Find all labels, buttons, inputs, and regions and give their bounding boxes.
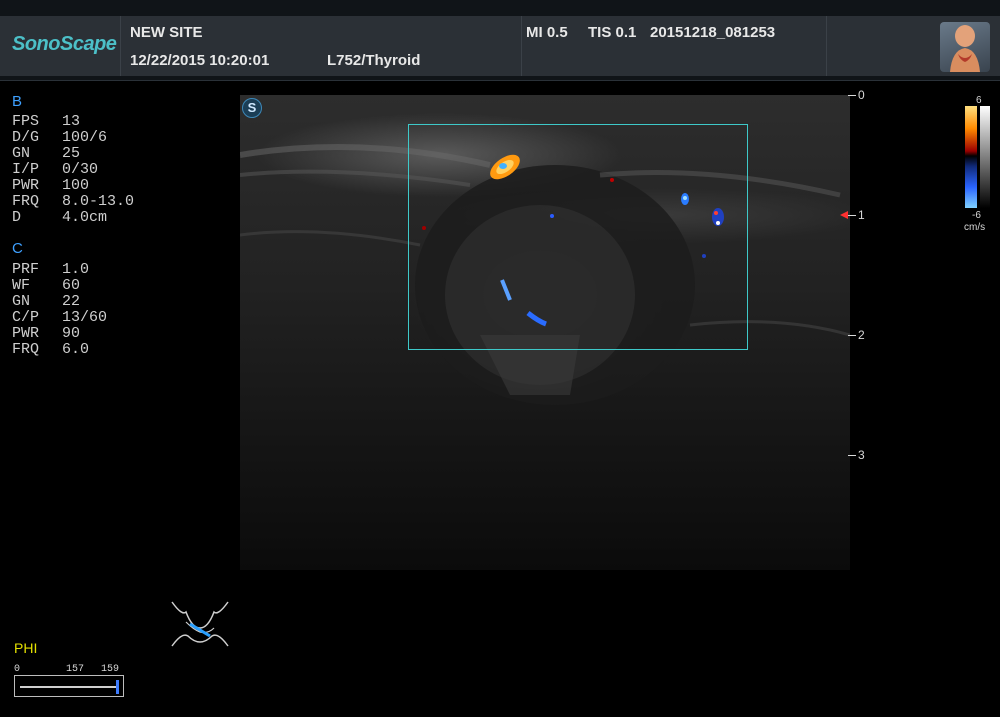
- param-row: PWR 90: [12, 326, 107, 342]
- depth-tick: [848, 455, 856, 456]
- color-bar-negative: [965, 156, 977, 208]
- param-key: D: [12, 209, 22, 226]
- brand-logo: SonoScape: [12, 33, 117, 55]
- depth-tick: [848, 335, 856, 336]
- param-value: 6.0: [62, 341, 90, 358]
- param-key: FRQ: [12, 341, 40, 358]
- param-value: 13: [62, 113, 81, 130]
- param-key: WF: [12, 277, 31, 294]
- focus-marker-icon[interactable]: [840, 211, 848, 219]
- depth-tick: [848, 215, 856, 216]
- param-value: 90: [62, 325, 81, 342]
- param-key: PWR: [12, 325, 40, 342]
- param-key: D/G: [12, 129, 40, 146]
- color-bar-unit: cm/s: [964, 222, 986, 233]
- depth-tick: [848, 95, 856, 96]
- probe-position-icon[interactable]: [168, 598, 232, 650]
- depth-label-2: 2: [858, 328, 865, 342]
- param-key: FPS: [12, 113, 40, 130]
- param-value: 100: [62, 177, 90, 194]
- param-row: PWR 100: [12, 178, 134, 194]
- param-row: GN 25: [12, 146, 134, 162]
- param-row: FRQ 6.0: [12, 342, 107, 358]
- color-roi-box[interactable]: [408, 124, 748, 350]
- mechanical-index: MI 0.5: [526, 24, 568, 41]
- exam-id: 20151218_081253: [650, 24, 776, 41]
- param-key: PRF: [12, 261, 40, 278]
- phi-slider-track: [20, 686, 117, 688]
- param-key: PWR: [12, 177, 40, 194]
- depth-label-0: 0: [858, 88, 865, 102]
- param-value: 0/30: [62, 161, 99, 178]
- param-key: I/P: [12, 161, 40, 178]
- phi-value: 157: [66, 664, 85, 675]
- b-mode-params: FPS 13 D/G 100/6 GN 25 I/P 0/30 PWR 100 FRQ 8.…: [12, 114, 134, 226]
- param-row: WF 60: [12, 278, 107, 294]
- param-value: 4.0cm: [62, 209, 108, 226]
- phi-slider[interactable]: [14, 675, 124, 697]
- param-row: PRF 1.0: [12, 262, 107, 278]
- grayscale-bar: [980, 106, 990, 208]
- phi-slider-handle[interactable]: [116, 680, 119, 694]
- b-mode-title: B: [12, 93, 23, 110]
- param-row: C/P 13/60: [12, 310, 107, 326]
- thermal-index: TIS 0.1: [588, 24, 637, 41]
- param-row: FRQ 8.0-13.0: [12, 194, 134, 210]
- param-key: GN: [12, 145, 31, 162]
- body-mark-thyroid-icon[interactable]: [940, 22, 990, 72]
- param-value: 25: [62, 145, 81, 162]
- param-value: 100/6: [62, 129, 108, 146]
- phi-min: 0: [14, 664, 21, 675]
- param-row: FPS 13: [12, 114, 134, 130]
- phi-label: PHI: [14, 640, 38, 656]
- param-key: C/P: [12, 309, 40, 326]
- site-name: NEW SITE: [130, 24, 203, 41]
- param-value: 22: [62, 293, 81, 310]
- param-row: D/G 100/6: [12, 130, 134, 146]
- param-value: 60: [62, 277, 81, 294]
- phi-max: 159: [101, 664, 120, 675]
- param-key: GN: [12, 293, 31, 310]
- param-row: I/P 0/30: [12, 162, 134, 178]
- depth-label-1: 1: [858, 208, 865, 222]
- exam-datetime: 12/22/2015 10:20:01: [130, 52, 270, 69]
- param-row: D 4.0cm: [12, 210, 134, 226]
- color-bar-max: 6: [976, 95, 982, 106]
- c-mode-params: PRF 1.0 WF 60 GN 22 C/P 13/60 PWR 90 FRQ 6.0: [12, 262, 107, 358]
- param-value: 8.0-13.0: [62, 193, 135, 210]
- color-bar-positive: [965, 106, 977, 156]
- param-key: FRQ: [12, 193, 40, 210]
- param-value: 13/60: [62, 309, 108, 326]
- color-bar-min: -6: [972, 210, 981, 221]
- c-mode-title: C: [12, 240, 23, 257]
- param-row: GN 22: [12, 294, 107, 310]
- header-bar: SonoScape NEW SITE 12/22/2015 10:20:01 L…: [0, 0, 1000, 81]
- param-value: 1.0: [62, 261, 90, 278]
- depth-label-3: 3: [858, 448, 865, 462]
- sono-s-icon: S: [242, 98, 262, 118]
- probe-preset: L752/Thyroid: [327, 52, 421, 69]
